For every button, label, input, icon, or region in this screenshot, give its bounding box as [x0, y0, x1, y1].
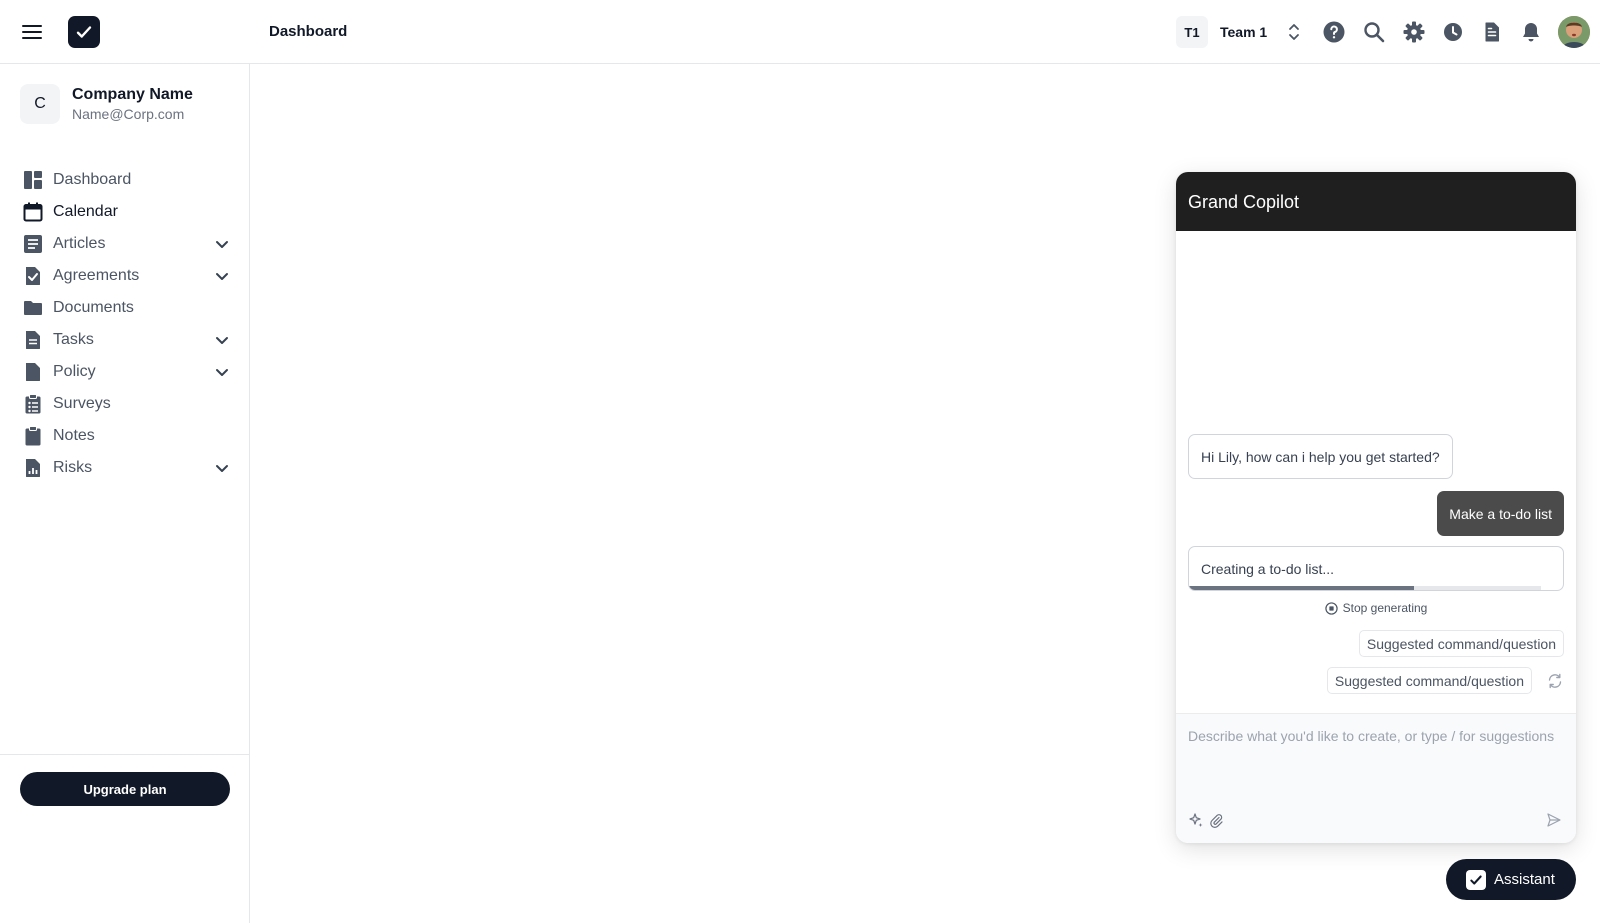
generation-progress: Creating a to-do list... — [1188, 546, 1564, 591]
user-message: Make a to-do list — [1437, 491, 1564, 536]
prompt-input[interactable] — [1188, 726, 1564, 786]
survey-icon — [22, 393, 44, 415]
suggestion-chip[interactable]: Suggested command/question — [1326, 667, 1532, 694]
company-name: Company Name — [72, 86, 193, 103]
menu-icon[interactable] — [20, 21, 44, 43]
refresh-icon[interactable] — [1546, 672, 1564, 690]
chevron-down-icon[interactable] — [214, 364, 230, 380]
search-icon[interactable] — [1362, 20, 1386, 44]
chevron-down-icon[interactable] — [214, 268, 230, 284]
sidebar-item-tasks[interactable]: Tasks — [0, 324, 250, 356]
team-name[interactable]: Team 1 — [1220, 24, 1267, 40]
sidebar-item-label: Risks — [53, 459, 93, 476]
folder-icon — [22, 297, 44, 319]
progress-bar — [1189, 586, 1415, 590]
top-bar: Dashboard T1 Team 1 — [0, 0, 1600, 64]
chevron-up-down-icon[interactable] — [1284, 20, 1304, 44]
chevron-down-icon[interactable] — [214, 332, 230, 348]
company-avatar[interactable]: C — [20, 84, 60, 124]
sidebar-item-policy[interactable]: Policy — [0, 356, 250, 388]
sidebar-item-notes[interactable]: Notes — [0, 420, 250, 452]
sidebar-item-label: Tasks — [53, 331, 94, 348]
check-icon — [1466, 869, 1486, 890]
sidebar-item-label: Policy — [53, 363, 96, 380]
send-icon[interactable] — [1546, 812, 1562, 828]
chevron-down-icon[interactable] — [214, 460, 230, 476]
clock-icon[interactable] — [1441, 20, 1465, 44]
agreement-icon — [22, 265, 44, 287]
prompt-area — [1176, 713, 1576, 843]
document-icon[interactable] — [1480, 20, 1504, 44]
sparkle-icon[interactable] — [1188, 812, 1204, 828]
paperclip-icon[interactable] — [1208, 812, 1224, 828]
page-title: Dashboard — [269, 23, 348, 40]
notes-icon — [22, 425, 44, 447]
bell-icon[interactable] — [1519, 20, 1543, 44]
copilot-panel: Grand Copilot Hi Lily, how can i help yo… — [1176, 172, 1576, 843]
gear-icon[interactable] — [1402, 20, 1426, 44]
policy-icon — [22, 361, 44, 383]
sidebar: C Company Name Name@Corp.com Dashboard C… — [0, 64, 250, 923]
sidebar-item-label: Articles — [53, 235, 106, 252]
suggestion-chip[interactable]: Suggested command/question — [1358, 630, 1564, 657]
tasks-icon — [22, 329, 44, 351]
sidebar-item-label: Dashboard — [53, 171, 132, 188]
sidebar-item-articles[interactable]: Articles — [0, 228, 250, 260]
copilot-header: Grand Copilot — [1176, 172, 1576, 231]
app-logo[interactable] — [68, 16, 100, 48]
sidebar-item-risks[interactable]: Risks — [0, 452, 250, 484]
sidebar-item-calendar[interactable]: Calendar — [0, 196, 250, 228]
check-icon — [76, 26, 92, 38]
sidebar-item-agreements[interactable]: Agreements — [0, 260, 250, 292]
sidebar-item-label: Surveys — [53, 395, 111, 412]
calendar-icon — [22, 201, 44, 223]
stop-generating-button[interactable]: Stop generating — [1176, 601, 1576, 615]
sidebar-item-label: Notes — [53, 427, 95, 444]
team-badge[interactable]: T1 — [1176, 16, 1208, 48]
sidebar-item-documents[interactable]: Documents — [0, 292, 250, 324]
sidebar-item-label: Calendar — [53, 203, 118, 220]
bot-message: Hi Lily, how can i help you get started? — [1188, 434, 1453, 479]
help-icon[interactable] — [1322, 20, 1346, 44]
stop-icon — [1324, 601, 1338, 615]
sidebar-divider — [0, 754, 249, 755]
sidebar-item-dashboard[interactable]: Dashboard — [0, 164, 250, 196]
risks-icon — [22, 457, 44, 479]
progress-text: Creating a to-do list... — [1201, 561, 1335, 577]
copilot-title: Grand Copilot — [1188, 192, 1300, 212]
assistant-label: Assistant — [1494, 871, 1555, 888]
assistant-button[interactable]: Assistant — [1446, 859, 1576, 900]
avatar[interactable] — [1558, 16, 1590, 48]
sidebar-item-label: Agreements — [53, 267, 140, 284]
dashboard-icon — [22, 169, 44, 191]
upgrade-plan-button[interactable]: Upgrade plan — [20, 772, 230, 806]
sidebar-item-surveys[interactable]: Surveys — [0, 388, 250, 420]
chevron-down-icon[interactable] — [214, 236, 230, 252]
sidebar-item-label: Documents — [53, 299, 134, 316]
sidebar-nav: Dashboard Calendar Articles Agreements D… — [0, 164, 250, 484]
company-email: Name@Corp.com — [72, 106, 185, 122]
articles-icon — [22, 233, 44, 255]
progress-track — [1189, 586, 1541, 590]
stop-label: Stop generating — [1342, 601, 1428, 615]
